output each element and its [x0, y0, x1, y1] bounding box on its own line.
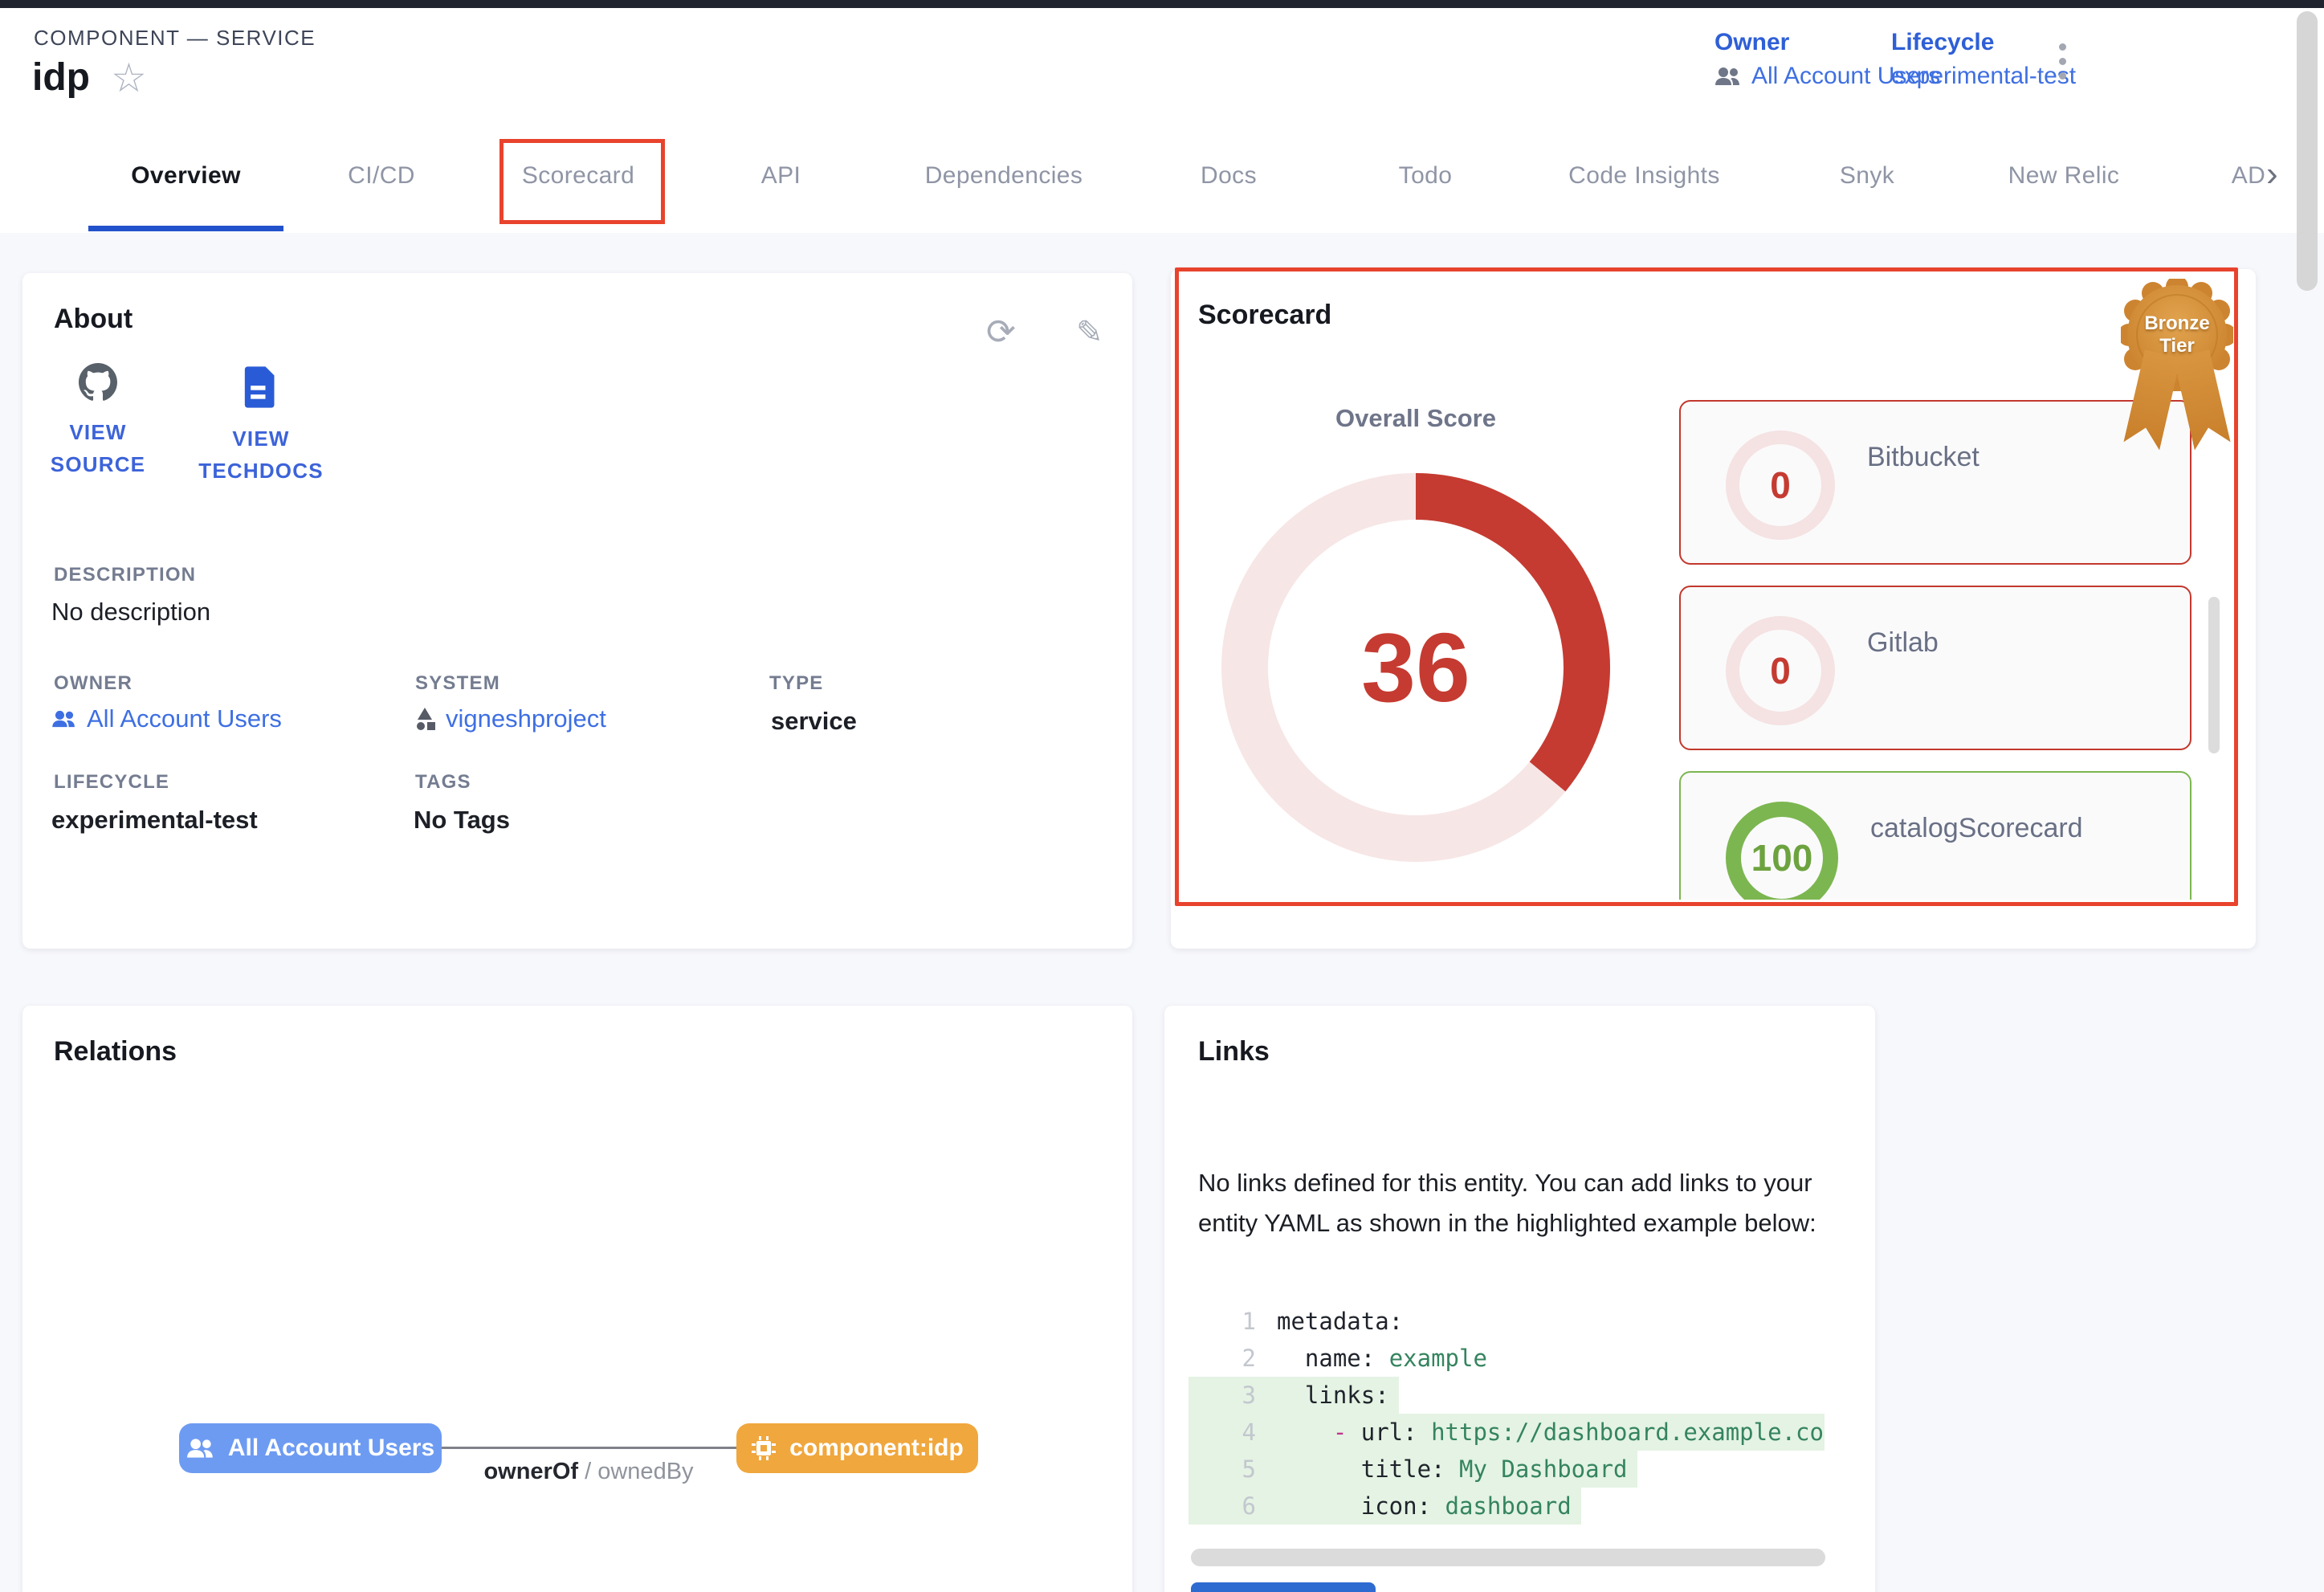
tab-scorecard[interactable]: Scorecard: [506, 119, 650, 233]
relation-node-owner[interactable]: All Account Users: [179, 1423, 442, 1473]
overall-score-label: Overall Score: [1221, 404, 1610, 433]
relation-edge: [442, 1447, 736, 1449]
favorite-star-icon[interactable]: ☆: [111, 58, 147, 98]
tab-dependencies[interactable]: Dependencies: [887, 119, 1120, 233]
score-ring: 100: [1726, 802, 1838, 900]
type-field-value: service: [771, 707, 857, 736]
links-card: Links No links defined for this entity. …: [1164, 1006, 1875, 1592]
links-card-title: Links: [1198, 1036, 1270, 1067]
tabs-scroll-right-icon[interactable]: ›: [2266, 119, 2278, 233]
top-window-bar: [0, 0, 2324, 8]
code-line-highlighted: 6 icon: dashboard: [1189, 1488, 1581, 1525]
scorecard-item-gitlab[interactable]: 0 Gitlab: [1679, 586, 2191, 750]
tab-overview[interactable]: Overview: [88, 119, 283, 233]
scorecard-item-catalogscorecard[interactable]: 100 catalogScorecard: [1679, 771, 2191, 900]
tab-todo[interactable]: Todo: [1369, 119, 1482, 233]
system-icon: [414, 707, 436, 731]
code-line-highlighted: 5 title: My Dashboard: [1189, 1451, 1637, 1488]
edit-pencil-icon[interactable]: ✎: [1076, 316, 1103, 349]
relation-node-component[interactable]: component:idp: [736, 1423, 978, 1473]
view-source-button[interactable]: VIEW SOURCE: [45, 363, 151, 480]
scorecard-item-name: Bitbucket: [1867, 442, 1979, 563]
active-tab-underline: [88, 226, 283, 231]
people-icon: [186, 1437, 215, 1459]
system-field-label: SYSTEM: [415, 672, 500, 695]
code-line-highlighted: 4 - url: https://dashboard.example.co: [1189, 1414, 1825, 1451]
techdocs-icon: [243, 366, 279, 408]
score-ring: 0: [1726, 616, 1835, 725]
relation-node-component-label: component:idp: [789, 1435, 964, 1462]
tab-cicd[interactable]: CI/CD: [317, 119, 446, 233]
tags-field-label: TAGS: [415, 771, 471, 794]
people-icon: [51, 709, 77, 729]
tab-overview-label: Overview: [131, 162, 241, 189]
people-icon: [1714, 66, 1742, 87]
page-header: COMPONENT — SERVICE idp ☆ Owner All Acco…: [0, 8, 2324, 119]
scorecard-card: Scorecard Overall Score 36 0 Bitbucket 0…: [1171, 269, 2256, 949]
lifecycle-field-value: experimental-test: [51, 806, 258, 835]
add-links-button-partial[interactable]: [1191, 1582, 1376, 1592]
tab-new-relic[interactable]: New Relic: [1971, 119, 2156, 233]
kebab-menu-icon[interactable]: [2046, 43, 2078, 80]
scorecard-items-list: 0 Bitbucket 0 Gitlab 100 catalogScorecar…: [1679, 382, 2211, 900]
code-line: 2 name: example: [1189, 1340, 1825, 1377]
view-techdocs-label: VIEW TECHDOCS: [193, 422, 329, 487]
page-scrollbar[interactable]: [2297, 11, 2318, 291]
lifecycle-field-label: LIFECYCLE: [54, 771, 169, 794]
tab-api[interactable]: API: [731, 119, 831, 233]
relation-edge-label: ownerOf / ownedBy: [428, 1459, 749, 1485]
tab-code-insights[interactable]: Code Insights: [1530, 119, 1759, 233]
tab-docs[interactable]: Docs: [1172, 119, 1285, 233]
scorecard-item-name: Gitlab: [1867, 627, 1939, 749]
scorecard-card-title: Scorecard: [1198, 300, 1331, 331]
github-icon: [79, 363, 117, 402]
relations-card: Relations All Account Users component:i: [22, 1006, 1132, 1592]
owner-field-link[interactable]: All Account Users: [51, 704, 282, 733]
badge-text: Bronze Tier: [2121, 279, 2233, 391]
owner-field-label: OWNER: [54, 672, 133, 695]
view-techdocs-button[interactable]: VIEW TECHDOCS: [193, 366, 329, 487]
tab-overflow-truncated[interactable]: AD: [2226, 119, 2271, 233]
chip-icon: [751, 1435, 777, 1461]
about-card-title: About: [54, 304, 133, 335]
description-value: No description: [51, 598, 210, 627]
description-label: DESCRIPTION: [54, 564, 196, 586]
code-horizontal-scrollbar[interactable]: [1191, 1549, 1825, 1566]
about-card: About ⟳ ✎ VIEW SOURCE VIEW TECHDOCS DESC…: [22, 273, 1132, 949]
links-empty-message: No links defined for this entity. You ca…: [1198, 1163, 1869, 1243]
score-ring: 0: [1726, 431, 1835, 540]
scorecard-item-bitbucket[interactable]: 0 Bitbucket: [1679, 400, 2191, 565]
tab-snyk[interactable]: Snyk: [1807, 119, 1927, 233]
scorecard-list-scrollbar[interactable]: [2208, 597, 2220, 753]
overall-score-gauge: 36: [1221, 473, 1610, 862]
system-field-value: vigneshproject: [446, 704, 606, 733]
title-row: idp ☆: [32, 58, 147, 98]
relation-node-owner-label: All Account Users: [228, 1435, 434, 1462]
owner-field-value: All Account Users: [87, 704, 282, 733]
yaml-code-block: 1metadata: 2 name: example 3 links: 4 - …: [1189, 1303, 1825, 1537]
code-line: 1metadata:: [1189, 1303, 1825, 1340]
tags-field-value: No Tags: [414, 806, 510, 835]
relations-card-title: Relations: [54, 1036, 177, 1067]
refresh-icon[interactable]: ⟳: [986, 315, 1016, 350]
bronze-tier-badge: Bronze Tier: [2121, 279, 2233, 455]
tab-bar: Overview CI/CD Scorecard API Dependencie…: [0, 119, 2324, 233]
code-line-highlighted: 3 links:: [1189, 1377, 1399, 1414]
page-title: idp: [32, 59, 90, 97]
type-field-label: TYPE: [769, 672, 823, 695]
scorecard-item-name: catalogScorecard: [1870, 813, 2083, 900]
breadcrumb: COMPONENT — SERVICE: [34, 26, 316, 51]
view-source-label: VIEW SOURCE: [45, 416, 151, 480]
overall-score-value: 36: [1221, 473, 1610, 862]
entity-page: COMPONENT — SERVICE idp ☆ Owner All Acco…: [0, 0, 2324, 1592]
system-field-link[interactable]: vigneshproject: [414, 704, 606, 733]
